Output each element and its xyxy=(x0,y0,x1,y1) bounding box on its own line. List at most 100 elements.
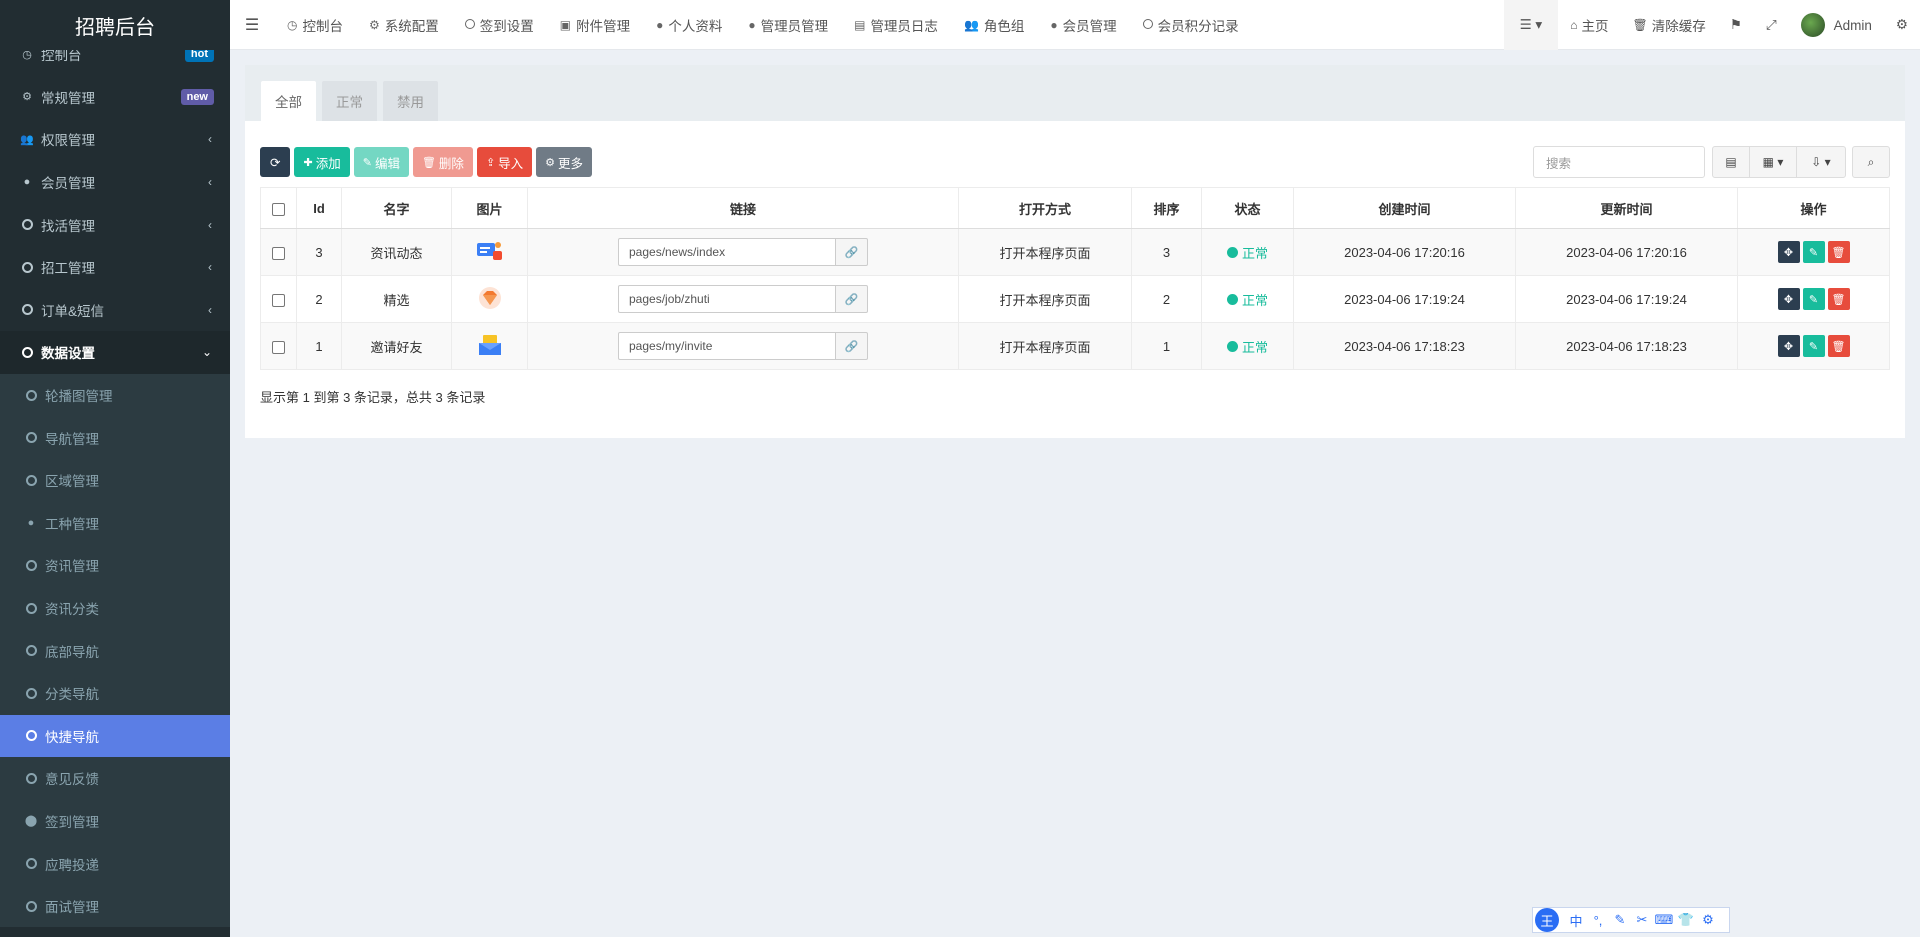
sidebar-item-bottom-nav[interactable]: 底部导航 xyxy=(0,629,230,672)
invite-thumb-icon[interactable] xyxy=(476,333,504,357)
drag-sort-button[interactable]: ✥ xyxy=(1777,335,1800,357)
col-sort[interactable]: 排序 xyxy=(1131,187,1202,229)
nav-role-group[interactable]: 👥 角色组 xyxy=(951,0,1037,50)
sidebar-item-recruit[interactable]: 招工管理 ‹ xyxy=(0,246,230,289)
toggle-view-icon[interactable]: ▤ xyxy=(1712,146,1750,178)
tab-all[interactable]: 全部 xyxy=(261,81,316,121)
tab-disabled[interactable]: 禁用 xyxy=(383,81,438,121)
cell-open-type: 打开本程序页面 xyxy=(958,275,1132,323)
nav-member-points[interactable]: 会员积分记录 xyxy=(1130,0,1252,50)
avatar xyxy=(1800,13,1825,37)
ime-settings-icon[interactable]: ⚙ xyxy=(1697,912,1719,928)
columns-dropdown-icon[interactable]: ▦ ▾ xyxy=(1749,146,1797,178)
row-edit-button[interactable]: ✎ xyxy=(1802,241,1825,263)
sidebar-item-data-settings[interactable]: 数据设置 ⌄ xyxy=(0,331,230,374)
import-button[interactable]: ⇪ 导入 xyxy=(476,147,533,177)
nav-members[interactable]: ● 会员管理 xyxy=(1037,0,1129,50)
row-checkbox[interactable] xyxy=(260,275,297,323)
row-delete-button[interactable]: 🗑 xyxy=(1827,288,1850,310)
circle-icon xyxy=(20,219,34,231)
fullscreen-icon[interactable]: ⤢ xyxy=(1754,0,1789,50)
open-link-icon[interactable]: 🔗 xyxy=(836,238,868,266)
ime-skin-icon[interactable]: 👕 xyxy=(1675,912,1697,928)
tab-normal[interactable]: 正常 xyxy=(322,81,377,121)
sidebar-item-nav[interactable]: 导航管理 xyxy=(0,416,230,459)
drag-sort-button[interactable]: ✥ xyxy=(1777,288,1800,310)
cell-open-type: 打开本程序页面 xyxy=(958,322,1132,370)
sidebar-toggle-icon[interactable]: ☰ xyxy=(230,15,274,35)
nav-system-config[interactable]: ⚙ 系统配置 xyxy=(356,0,452,50)
col-link[interactable]: 链接 xyxy=(527,187,959,229)
delete-button[interactable]: 🗑 删除 xyxy=(412,147,473,177)
ime-keyboard-icon[interactable]: ⌨ xyxy=(1653,912,1675,928)
clear-cache-button[interactable]: 🗑 清除缓存 xyxy=(1620,0,1717,50)
sidebar-item-job-type[interactable]: ● 工种管理 xyxy=(0,501,230,545)
brand-title[interactable]: 招聘后台 xyxy=(0,0,230,50)
export-dropdown-icon[interactable]: ⇩ ▾ xyxy=(1796,146,1846,178)
ime-handwrite-icon[interactable]: ✎ xyxy=(1609,912,1631,928)
sidebar-item-checkin[interactable]: ⬤ 签到管理 xyxy=(0,799,230,843)
link-field[interactable]: pages/news/index xyxy=(618,238,836,266)
language-icon[interactable]: ⚑ xyxy=(1718,0,1754,50)
sidebar-item-feedback[interactable]: 意见反馈 xyxy=(0,757,230,800)
ime-chinese-toggle[interactable]: 中 xyxy=(1565,911,1587,930)
select-all-checkbox[interactable] xyxy=(260,187,297,229)
control-sidebar-gears-icon[interactable]: ⚙ xyxy=(1884,0,1920,50)
sidebar-item-quick-nav[interactable]: 快捷导航 xyxy=(0,714,230,758)
ime-scissors-icon[interactable]: ✂ xyxy=(1631,912,1653,928)
diamond-thumb-icon[interactable] xyxy=(476,286,504,310)
sidebar-item-applications[interactable]: 应聘投递 xyxy=(0,842,230,885)
user-menu[interactable]: Admin xyxy=(1789,0,1884,50)
cog-icon: ⚙ xyxy=(545,156,556,169)
nav-list-dropdown[interactable]: ☰ ▾ xyxy=(1503,0,1559,50)
more-button[interactable]: ⚙ 更多 xyxy=(536,147,593,177)
row-edit-button[interactable]: ✎ xyxy=(1802,288,1825,310)
col-status[interactable]: 状态 xyxy=(1201,187,1294,229)
nav-admin-log[interactable]: ▤ 管理员日志 xyxy=(841,0,951,50)
add-button[interactable]: ✚ 添加 xyxy=(294,147,350,177)
col-updated[interactable]: 更新时间 xyxy=(1515,187,1738,229)
link-field[interactable]: pages/my/invite xyxy=(618,332,836,360)
sidebar-item-interviews[interactable]: 面试管理 xyxy=(0,884,230,928)
edit-button[interactable]: ✎ 编辑 xyxy=(353,147,409,177)
nav-dashboard[interactable]: ◷ 控制台 xyxy=(274,0,356,50)
sidebar-item-general[interactable]: ⚙ 常规管理 new xyxy=(0,76,230,119)
col-open-type[interactable]: 打开方式 xyxy=(958,187,1132,229)
news-thumb-icon[interactable] xyxy=(476,239,504,263)
sidebar-item-region[interactable]: 区域管理 xyxy=(0,458,230,502)
nav-attachments[interactable]: ▣ 附件管理 xyxy=(547,0,643,50)
sidebar-item-members[interactable]: ● 会员管理 ‹ xyxy=(0,161,230,204)
open-link-icon[interactable]: 🔗 xyxy=(836,285,868,313)
sidebar-item-news[interactable]: 资讯管理 xyxy=(0,544,230,587)
sidebar-item-orders[interactable]: 订单&短信 ‹ xyxy=(0,289,230,332)
col-id[interactable]: Id xyxy=(296,187,342,229)
nav-admins[interactable]: ● 管理员管理 xyxy=(735,0,841,50)
search-input[interactable]: 搜索 xyxy=(1533,146,1705,178)
link-field[interactable]: pages/job/zhuti xyxy=(618,285,836,313)
ime-punctuation-icon[interactable]: °, xyxy=(1587,913,1609,928)
sidebar-item-auth[interactable]: 👥 权限管理 ‹ xyxy=(0,118,230,161)
col-created[interactable]: 创建时间 xyxy=(1293,187,1516,229)
ime-logo-icon[interactable]: 王 xyxy=(1535,908,1559,932)
nav-checkin-settings[interactable]: 签到设置 xyxy=(452,0,547,50)
row-delete-button[interactable]: 🗑 xyxy=(1827,241,1850,263)
sidebar-item-category-nav[interactable]: 分类导航 xyxy=(0,671,230,715)
search-icon[interactable]: ⌕ xyxy=(1852,146,1890,178)
home-link[interactable]: ⌂ 主页 xyxy=(1558,0,1620,50)
row-checkbox[interactable] xyxy=(260,228,297,276)
sidebar-item-news-category[interactable]: 资讯分类 xyxy=(0,586,230,630)
sidebar-item-find-work[interactable]: 找活管理 ‹ xyxy=(0,203,230,246)
open-link-icon[interactable]: 🔗 xyxy=(836,332,868,360)
col-image[interactable]: 图片 xyxy=(451,187,528,229)
table-row[interactable]: 1 邀请好友 pages/my/invite 🔗 打开本程序页面 1 正常 202… xyxy=(260,322,1890,370)
sidebar-item-banner[interactable]: 轮播图管理 xyxy=(0,373,230,417)
row-checkbox[interactable] xyxy=(260,322,297,370)
row-edit-button[interactable]: ✎ xyxy=(1802,335,1825,357)
table-row[interactable]: 3 资讯动态 pages/news/index 🔗 打开本程序页面 3 正常 20… xyxy=(260,228,1890,276)
refresh-button[interactable]: ⟳ xyxy=(260,147,291,177)
nav-profile[interactable]: ● 个人资料 xyxy=(643,0,735,50)
row-delete-button[interactable]: 🗑 xyxy=(1827,335,1850,357)
drag-sort-button[interactable]: ✥ xyxy=(1777,241,1800,263)
col-name[interactable]: 名字 xyxy=(341,187,452,229)
table-row[interactable]: 2 精选 pages/job/zhuti 🔗 打开本程序页面 2 正常 2023-… xyxy=(260,275,1890,323)
